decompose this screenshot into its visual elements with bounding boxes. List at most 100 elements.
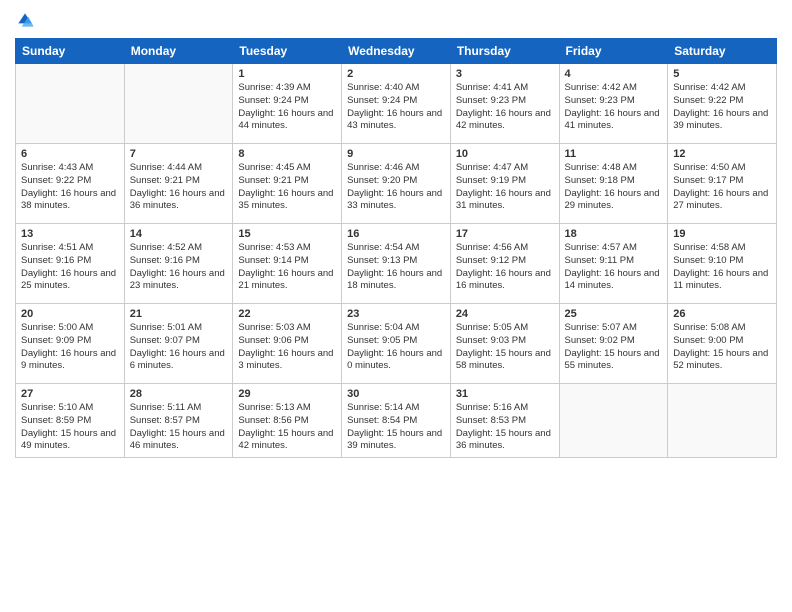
day-cell: 10 Sunrise: 4:47 AM Sunset: 9:19 PM Dayli… xyxy=(450,144,559,224)
day-number: 22 xyxy=(238,308,336,320)
day-cell: 15 Sunrise: 4:53 AM Sunset: 9:14 PM Dayli… xyxy=(233,224,342,304)
day-number: 26 xyxy=(673,308,771,320)
day-cell: 18 Sunrise: 4:57 AM Sunset: 9:11 PM Dayli… xyxy=(559,224,668,304)
day-cell: 31 Sunrise: 5:16 AM Sunset: 8:53 PM Dayli… xyxy=(450,384,559,458)
day-cell: 4 Sunrise: 4:42 AM Sunset: 9:23 PM Daylig… xyxy=(559,64,668,144)
day-cell: 16 Sunrise: 4:54 AM Sunset: 9:13 PM Dayli… xyxy=(342,224,451,304)
week-row-3: 13 Sunrise: 4:51 AM Sunset: 9:16 PM Dayli… xyxy=(16,224,777,304)
day-info: Sunrise: 4:43 AM Sunset: 9:22 PM Dayligh… xyxy=(21,162,119,213)
day-cell: 28 Sunrise: 5:11 AM Sunset: 8:57 PM Dayli… xyxy=(124,384,233,458)
day-cell: 22 Sunrise: 5:03 AM Sunset: 9:06 PM Dayli… xyxy=(233,304,342,384)
day-info: Sunrise: 4:58 AM Sunset: 9:10 PM Dayligh… xyxy=(673,242,771,293)
day-info: Sunrise: 4:54 AM Sunset: 9:13 PM Dayligh… xyxy=(347,242,445,293)
day-number: 7 xyxy=(130,148,228,160)
day-info: Sunrise: 5:10 AM Sunset: 8:59 PM Dayligh… xyxy=(21,402,119,453)
day-number: 23 xyxy=(347,308,445,320)
col-friday: Friday xyxy=(559,39,668,64)
logo xyxy=(15,10,39,30)
day-cell: 25 Sunrise: 5:07 AM Sunset: 9:02 PM Dayli… xyxy=(559,304,668,384)
day-info: Sunrise: 4:46 AM Sunset: 9:20 PM Dayligh… xyxy=(347,162,445,213)
day-number: 31 xyxy=(456,388,554,400)
day-number: 28 xyxy=(130,388,228,400)
day-info: Sunrise: 5:08 AM Sunset: 9:00 PM Dayligh… xyxy=(673,322,771,373)
day-cell: 27 Sunrise: 5:10 AM Sunset: 8:59 PM Dayli… xyxy=(16,384,125,458)
day-info: Sunrise: 5:00 AM Sunset: 9:09 PM Dayligh… xyxy=(21,322,119,373)
day-number: 15 xyxy=(238,228,336,240)
day-info: Sunrise: 5:14 AM Sunset: 8:54 PM Dayligh… xyxy=(347,402,445,453)
day-cell: 19 Sunrise: 4:58 AM Sunset: 9:10 PM Dayli… xyxy=(668,224,777,304)
day-cell: 8Sunrise: 4:45 AM Sunset: 9:21 PM Daylig… xyxy=(233,144,342,224)
col-saturday: Saturday xyxy=(668,39,777,64)
day-info: Sunrise: 4:40 AM Sunset: 9:24 PM Dayligh… xyxy=(347,82,445,133)
day-info: Sunrise: 4:42 AM Sunset: 9:23 PM Dayligh… xyxy=(565,82,663,133)
header xyxy=(15,10,777,30)
week-row-2: 6 Sunrise: 4:43 AM Sunset: 9:22 PM Daylig… xyxy=(16,144,777,224)
day-cell: 2Sunrise: 4:40 AM Sunset: 9:24 PM Daylig… xyxy=(342,64,451,144)
day-info: Sunrise: 4:41 AM Sunset: 9:23 PM Dayligh… xyxy=(456,82,554,133)
day-info: Sunrise: 4:52 AM Sunset: 9:16 PM Dayligh… xyxy=(130,242,228,293)
day-number: 3 xyxy=(456,68,554,80)
day-info: Sunrise: 4:44 AM Sunset: 9:21 PM Dayligh… xyxy=(130,162,228,213)
day-cell: 29Sunrise: 5:13 AM Sunset: 8:56 PM Dayli… xyxy=(233,384,342,458)
col-thursday: Thursday xyxy=(450,39,559,64)
day-number: 4 xyxy=(565,68,663,80)
day-cell: 5 Sunrise: 4:42 AM Sunset: 9:22 PM Daylig… xyxy=(668,64,777,144)
day-info: Sunrise: 4:56 AM Sunset: 9:12 PM Dayligh… xyxy=(456,242,554,293)
day-number: 18 xyxy=(565,228,663,240)
day-info: Sunrise: 4:57 AM Sunset: 9:11 PM Dayligh… xyxy=(565,242,663,293)
day-info: Sunrise: 4:50 AM Sunset: 9:17 PM Dayligh… xyxy=(673,162,771,213)
day-cell: 20 Sunrise: 5:00 AM Sunset: 9:09 PM Dayli… xyxy=(16,304,125,384)
day-info: Sunrise: 4:53 AM Sunset: 9:14 PM Dayligh… xyxy=(238,242,336,293)
day-info: Sunrise: 5:07 AM Sunset: 9:02 PM Dayligh… xyxy=(565,322,663,373)
day-number: 5 xyxy=(673,68,771,80)
calendar-header-row: Sunday Monday Tuesday Wednesday Thursday… xyxy=(16,39,777,64)
day-number: 12 xyxy=(673,148,771,160)
day-number: 8 xyxy=(238,148,336,160)
day-number: 25 xyxy=(565,308,663,320)
day-number: 21 xyxy=(130,308,228,320)
col-tuesday: Tuesday xyxy=(233,39,342,64)
day-cell: 13 Sunrise: 4:51 AM Sunset: 9:16 PM Dayli… xyxy=(16,224,125,304)
col-sunday: Sunday xyxy=(16,39,125,64)
day-cell: 14Sunrise: 4:52 AM Sunset: 9:16 PM Dayli… xyxy=(124,224,233,304)
week-row-4: 20 Sunrise: 5:00 AM Sunset: 9:09 PM Dayli… xyxy=(16,304,777,384)
day-cell: 24 Sunrise: 5:05 AM Sunset: 9:03 PM Dayli… xyxy=(450,304,559,384)
day-number: 24 xyxy=(456,308,554,320)
day-cell xyxy=(16,64,125,144)
day-cell: 11 Sunrise: 4:48 AM Sunset: 9:18 PM Dayli… xyxy=(559,144,668,224)
day-info: Sunrise: 5:16 AM Sunset: 8:53 PM Dayligh… xyxy=(456,402,554,453)
day-cell: 3 Sunrise: 4:41 AM Sunset: 9:23 PM Daylig… xyxy=(450,64,559,144)
day-cell: 1Sunrise: 4:39 AM Sunset: 9:24 PM Daylig… xyxy=(233,64,342,144)
day-info: Sunrise: 4:47 AM Sunset: 9:19 PM Dayligh… xyxy=(456,162,554,213)
day-cell: 23Sunrise: 5:04 AM Sunset: 9:05 PM Dayli… xyxy=(342,304,451,384)
day-info: Sunrise: 5:03 AM Sunset: 9:06 PM Dayligh… xyxy=(238,322,336,373)
day-cell: 21Sunrise: 5:01 AM Sunset: 9:07 PM Dayli… xyxy=(124,304,233,384)
day-cell: 26 Sunrise: 5:08 AM Sunset: 9:00 PM Dayli… xyxy=(668,304,777,384)
col-monday: Monday xyxy=(124,39,233,64)
day-number: 29 xyxy=(238,388,336,400)
day-number: 19 xyxy=(673,228,771,240)
day-cell xyxy=(124,64,233,144)
day-info: Sunrise: 4:51 AM Sunset: 9:16 PM Dayligh… xyxy=(21,242,119,293)
day-info: Sunrise: 5:05 AM Sunset: 9:03 PM Dayligh… xyxy=(456,322,554,373)
day-number: 10 xyxy=(456,148,554,160)
day-number: 13 xyxy=(21,228,119,240)
day-cell: 17Sunrise: 4:56 AM Sunset: 9:12 PM Dayli… xyxy=(450,224,559,304)
calendar: Sunday Monday Tuesday Wednesday Thursday… xyxy=(15,38,777,458)
day-info: Sunrise: 4:48 AM Sunset: 9:18 PM Dayligh… xyxy=(565,162,663,213)
day-info: Sunrise: 4:39 AM Sunset: 9:24 PM Dayligh… xyxy=(238,82,336,133)
day-cell: 7 Sunrise: 4:44 AM Sunset: 9:21 PM Daylig… xyxy=(124,144,233,224)
day-number: 16 xyxy=(347,228,445,240)
day-number: 20 xyxy=(21,308,119,320)
page: Sunday Monday Tuesday Wednesday Thursday… xyxy=(0,0,792,612)
day-number: 27 xyxy=(21,388,119,400)
day-number: 6 xyxy=(21,148,119,160)
day-info: Sunrise: 4:42 AM Sunset: 9:22 PM Dayligh… xyxy=(673,82,771,133)
day-cell: 30 Sunrise: 5:14 AM Sunset: 8:54 PM Dayli… xyxy=(342,384,451,458)
day-number: 11 xyxy=(565,148,663,160)
col-wednesday: Wednesday xyxy=(342,39,451,64)
day-number: 30 xyxy=(347,388,445,400)
day-cell xyxy=(559,384,668,458)
day-info: Sunrise: 5:11 AM Sunset: 8:57 PM Dayligh… xyxy=(130,402,228,453)
logo-icon xyxy=(15,10,35,30)
